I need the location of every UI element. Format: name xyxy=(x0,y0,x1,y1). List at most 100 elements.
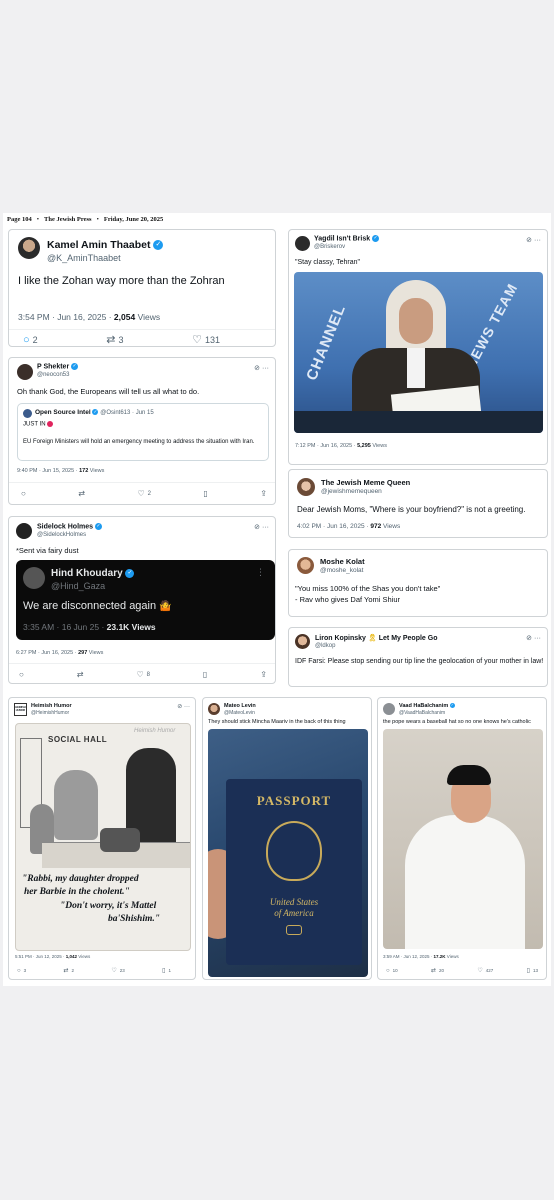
action-bar: ○ ⇄ ♡ 8 ▯ ⇪ xyxy=(19,670,267,679)
avatar[interactable] xyxy=(383,703,395,715)
cartoon-image[interactable]: SOCIAL HALL Heimish Humor "Rabbi, my dau… xyxy=(15,723,191,951)
grok-icon[interactable]: ⊘ xyxy=(526,237,532,244)
like-button[interactable]: ♡ 427 xyxy=(477,967,493,974)
avatar[interactable] xyxy=(297,557,314,574)
embedded-screenshot[interactable]: Hind Khoudary ✓ @Hind_Gaza ⋮ We are disc… xyxy=(16,560,275,640)
tweet-text: They should stick Mincha Maariv in the b… xyxy=(208,719,346,725)
divider xyxy=(9,329,275,330)
like-button[interactable]: ♡ 131 xyxy=(192,333,220,346)
caption-line2: her Barbie in the cholent." xyxy=(24,887,130,897)
share-icon: ⇪ xyxy=(260,489,267,498)
pope-photo[interactable] xyxy=(383,729,543,949)
heimish-logo[interactable]: HEIMISH HUMOR xyxy=(14,703,27,716)
author-handle[interactable]: @HeimishHumor xyxy=(31,710,69,716)
cholent-pot xyxy=(100,828,140,852)
action-bar: ○ 2 ⇄ 3 ♡ 131 xyxy=(23,333,220,347)
tweet-card-heimish[interactable]: HEIMISH HUMOR Heimish Humor @HeimishHumo… xyxy=(8,697,196,980)
author-name[interactable]: Moshe Kolat xyxy=(320,557,365,566)
retweet-button[interactable]: ⇄ 20 xyxy=(431,967,444,974)
author-name[interactable]: P Shekter xyxy=(37,363,69,370)
like-button[interactable]: ♡ 8 xyxy=(136,670,150,679)
avatar[interactable] xyxy=(297,478,315,496)
retweet-button[interactable]: ⇄ xyxy=(77,670,84,679)
reply-button[interactable]: ○ xyxy=(21,489,26,498)
like-button[interactable]: ♡ 2 xyxy=(137,489,151,498)
news-sign-left: CHANNEL xyxy=(303,302,350,383)
grok-icon[interactable]: ⊘ xyxy=(177,704,182,710)
tweet-card-holmes[interactable]: Sidelock Holmes ✓ @SidelockHolmes ⊘ ··· … xyxy=(8,516,276,684)
more-icon[interactable]: ··· xyxy=(534,237,541,244)
avatar[interactable] xyxy=(295,236,310,251)
action-bar: ○ 10 ⇄ 20 ♡ 427 ▯ 13 xyxy=(386,967,538,975)
avatar[interactable] xyxy=(208,703,220,715)
avatar[interactable] xyxy=(16,523,32,539)
more-icon[interactable]: ··· xyxy=(534,635,541,642)
tweet-card-brisk[interactable]: Yagdil Isn't Brisk ✓ @Briskerov ⊘ ··· "S… xyxy=(288,229,548,465)
author-name[interactable]: The Jewish Meme Queen xyxy=(321,478,410,487)
retweet-button[interactable]: ⇄ 2 xyxy=(64,967,75,974)
tweet-meta: 6:27 PM · Jun 16, 2025 · 297 Views xyxy=(16,650,104,656)
author-handle[interactable]: @jewishmemequeen xyxy=(321,488,382,495)
tweet-card-kopinsky[interactable]: Liron Kopinsky 🎗 Let My People Go @ldkop… xyxy=(288,627,548,687)
author-name[interactable]: Vaad HaBalchanim xyxy=(399,703,448,709)
bookmark-icon: ▯ xyxy=(526,968,530,974)
author-name[interactable]: Kamel Amin Thaabet xyxy=(47,239,150,251)
author-handle[interactable]: @K_AminThaabet xyxy=(47,253,121,263)
grok-icon[interactable]: ⊘ xyxy=(254,365,260,372)
bookmark-button[interactable]: ▯ xyxy=(203,670,207,679)
author-handle[interactable]: @MateoLevin xyxy=(224,710,255,716)
author-handle[interactable]: @SidelockHolmes xyxy=(37,532,86,538)
tweet-card-memequeen[interactable]: The Jewish Meme Queen @jewishmemequeen D… xyxy=(288,469,548,538)
cassock xyxy=(405,815,525,949)
author-handle[interactable]: @VaadHaBalchanim xyxy=(399,710,445,716)
reply-button[interactable]: ○ 10 xyxy=(386,967,398,974)
author-name[interactable]: Sidelock Holmes xyxy=(37,523,93,530)
quoted-tweet[interactable]: Open Source Intel ✓ @Osint613 · Jun 15 J… xyxy=(17,403,269,461)
author-handle[interactable]: @moshe_kolat xyxy=(320,567,363,574)
reply-button[interactable]: ○ xyxy=(19,670,24,679)
tweet-card-kolat[interactable]: Moshe Kolat @moshe_kolat "You miss 100% … xyxy=(288,549,548,617)
tweet-image[interactable]: CHANNEL NEWS TEAM xyxy=(294,272,543,433)
author-handle[interactable]: @ldkop xyxy=(315,643,335,649)
more-icon[interactable]: ··· xyxy=(262,365,269,372)
avatar[interactable] xyxy=(18,237,40,259)
reply-icon: ○ xyxy=(19,670,24,679)
bookmark-button[interactable]: ▯ 13 xyxy=(527,967,538,974)
reply-button[interactable]: ○ 3 xyxy=(17,967,26,974)
embedded-name: Hind Khoudary xyxy=(51,568,123,579)
grok-icon[interactable]: ⊘ xyxy=(526,635,532,642)
reply-button[interactable]: ○ 2 xyxy=(23,333,38,346)
share-button[interactable]: ⇪ xyxy=(260,670,267,679)
tweet-card-shekter[interactable]: P Shekter ✓ @neocon53 ⊘ ··· Oh thank God… xyxy=(8,357,276,505)
newspaper-page: Page 104 • The Jewish Press • Friday, June 2… xyxy=(3,213,551,986)
bookmark-button[interactable]: ▯ xyxy=(203,489,207,498)
author-name[interactable]: Mateo Levin xyxy=(224,703,256,709)
grok-icon[interactable]: ⊘ xyxy=(254,524,260,531)
author-name[interactable]: Liron Kopinsky xyxy=(315,635,366,642)
retweet-button[interactable]: ⇄ xyxy=(78,489,85,498)
more-icon[interactable]: ··· xyxy=(262,524,269,531)
author-handle[interactable]: @neocon53 xyxy=(37,372,69,378)
share-button[interactable]: ⇪ xyxy=(260,489,267,498)
bookmark-button[interactable]: ▯ 1 xyxy=(162,967,171,974)
more-icon[interactable]: ··· xyxy=(184,704,190,710)
tweet-card-levin[interactable]: Mateo Levin @MateoLevin They should stic… xyxy=(202,697,372,980)
anchor-face xyxy=(399,298,433,344)
reply-icon: ○ xyxy=(386,967,390,974)
author-handle[interactable]: @Briskerov xyxy=(314,244,345,250)
author-name[interactable]: Heimish Humor xyxy=(31,703,72,709)
author-name[interactable]: Yagdil Isn't Brisk xyxy=(314,235,370,242)
retweet-button[interactable]: ⇄ 3 xyxy=(106,333,123,346)
passport-photo[interactable]: PASSPORT United States of America xyxy=(208,729,368,977)
embedded-meta: 3:35 AM · 16 Jun 25 · 23.1K Views xyxy=(23,622,156,632)
avatar[interactable] xyxy=(295,634,310,649)
tweet-card-thaabet[interactable]: Kamel Amin Thaabet ✓ @K_AminThaabet I li… xyxy=(8,229,276,347)
tweet-text: Oh thank God, the Europeans will tell us… xyxy=(17,387,200,396)
like-icon: ♡ xyxy=(477,968,483,974)
header-icons: ⊘ ··· xyxy=(177,703,190,710)
avatar[interactable] xyxy=(17,364,33,380)
paper-name: The Jewish Press xyxy=(44,216,92,223)
bookmark-icon: ▯ xyxy=(202,670,208,679)
tweet-card-baalchanim[interactable]: Vaad HaBalchanim ✓ @VaadHaBalchanim the … xyxy=(377,697,547,980)
like-button[interactable]: ♡ 23 xyxy=(111,967,124,974)
